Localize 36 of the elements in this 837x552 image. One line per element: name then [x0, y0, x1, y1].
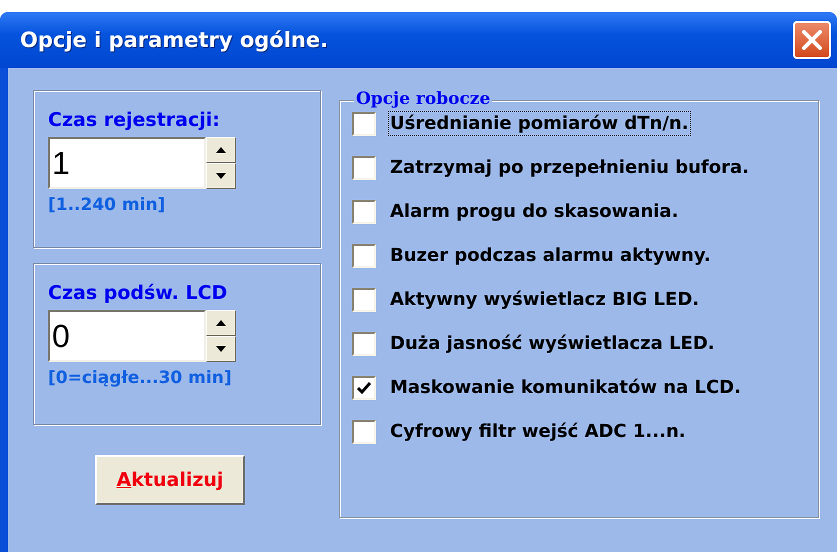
range-hint: [1..240 min]: [48, 195, 166, 215]
update-button[interactable]: Aktualizuj: [95, 455, 245, 505]
spin-down-button[interactable]: [206, 163, 236, 189]
checkbox[interactable]: [352, 332, 376, 356]
down-arrow-icon: [216, 173, 226, 179]
spin-up-button[interactable]: [206, 310, 236, 336]
checkbox[interactable]: [352, 156, 376, 180]
spin-up-button[interactable]: [206, 137, 236, 163]
option-label[interactable]: Maskowanie komunikatów na LCD.: [388, 375, 743, 400]
checkbox[interactable]: [352, 376, 376, 400]
option-label[interactable]: Cyfrowy filtr wejść ADC 1...n.: [388, 419, 688, 444]
checkbox[interactable]: [352, 288, 376, 312]
field-label: Czas podśw. LCD: [48, 282, 228, 304]
option-label[interactable]: Zatrzymaj po przepełnieniu bufora.: [388, 155, 751, 180]
checkbox[interactable]: [352, 200, 376, 224]
option-label[interactable]: Alarm progu do skasowania.: [388, 199, 680, 224]
checkbox[interactable]: [352, 112, 376, 136]
group-title: Opcje robocze: [354, 89, 492, 109]
close-button[interactable]: [793, 21, 831, 59]
number-field[interactable]: 1: [48, 137, 206, 189]
down-arrow-icon: [216, 346, 226, 352]
option-label[interactable]: Duża jasność wyświetlacza LED.: [388, 331, 717, 356]
option-label[interactable]: Buzer podczas alarmu aktywny.: [388, 243, 713, 268]
check-icon: [357, 382, 371, 394]
option-label[interactable]: Aktywny wyświetlacz BIG LED.: [388, 287, 702, 312]
close-icon: [800, 28, 824, 52]
number-field[interactable]: 0: [48, 310, 206, 362]
field-label: Czas rejestracji:: [48, 109, 221, 131]
checkbox[interactable]: [352, 420, 376, 444]
window-title: Opcje i parametry ogólne.: [20, 28, 328, 52]
checkbox[interactable]: [352, 244, 376, 268]
spin-down-button[interactable]: [206, 336, 236, 362]
range-hint: [0=ciągłe...30 min]: [48, 368, 233, 388]
option-label[interactable]: Uśrednianie pomiarów dTn/n.: [388, 111, 691, 136]
up-arrow-icon: [216, 320, 226, 326]
up-arrow-icon: [216, 147, 226, 153]
